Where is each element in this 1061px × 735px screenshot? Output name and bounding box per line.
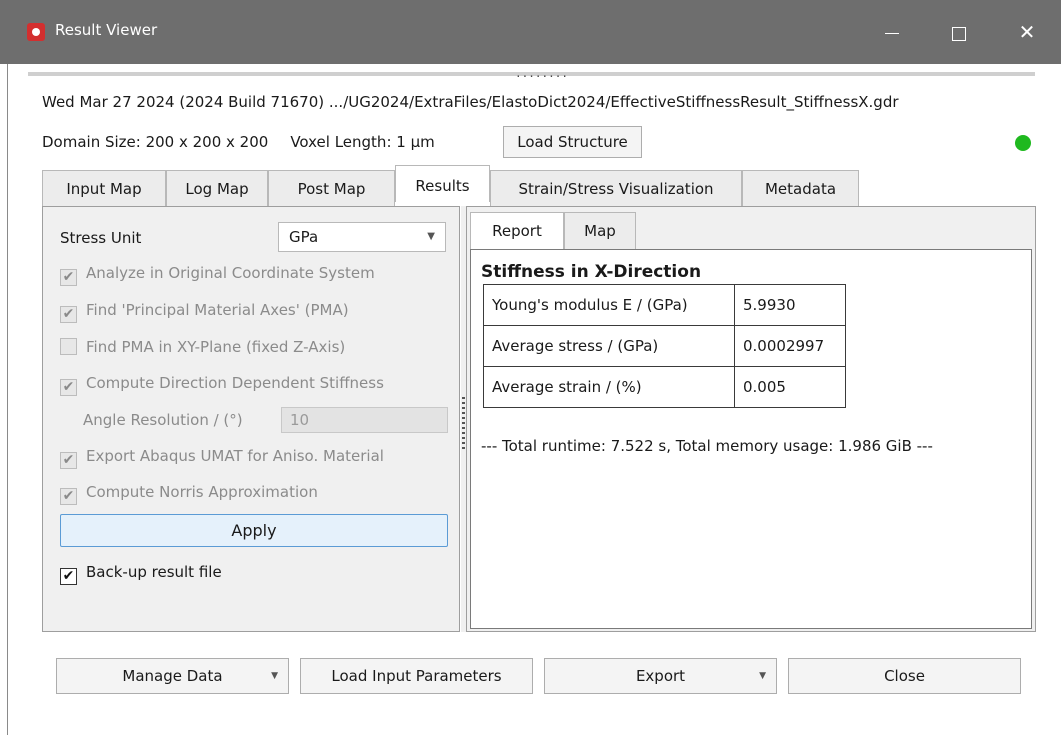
report-content: Stiffness in X-Direction Young's modulus… [470, 249, 1032, 629]
chevron-down-icon: ▼ [759, 671, 766, 681]
option-analyze-original-coordinates: ✔ Analyze in Original Coordinate System [60, 264, 375, 286]
table-row: Average stress / (GPa) 0.0002997 [483, 325, 846, 367]
checkbox-checked-icon: ✔ [60, 306, 77, 323]
close-window-button[interactable]: ✕ [1007, 12, 1047, 52]
stress-unit-value: GPa [289, 228, 319, 246]
window-border [7, 64, 8, 735]
option-find-pma-xy-plane: Find PMA in XY-Plane (fixed Z-Axis) [60, 338, 345, 360]
export-label: Export [635, 667, 686, 685]
table-cell-key: Average stress / (GPa) [483, 325, 735, 367]
tab-report[interactable]: Report [470, 212, 564, 249]
tab-post-map[interactable]: Post Map [268, 170, 395, 206]
checkbox-checked-icon[interactable]: ✔ [60, 568, 77, 585]
table-row: Young's modulus E / (GPa) 5.9930 [483, 284, 846, 326]
result-file-info: Wed Mar 27 2024 (2024 Build 71670) .../U… [42, 93, 899, 111]
runtime-summary: --- Total runtime: 7.522 s, Total memory… [481, 437, 933, 455]
minimize-icon [885, 33, 899, 34]
table-cell-value: 5.9930 [734, 284, 846, 326]
stress-unit-select[interactable]: GPa ▼ [278, 222, 446, 252]
option-find-pma: ✔ Find 'Principal Material Axes' (PMA) [60, 301, 349, 323]
table-row: Average strain / (%) 0.005 [483, 366, 846, 408]
tab-input-map[interactable]: Input Map [42, 170, 166, 206]
load-input-parameters-button[interactable]: Load Input Parameters [300, 658, 533, 694]
splitter-grip-icon[interactable] [462, 397, 465, 452]
chevron-down-icon: ▼ [271, 671, 278, 681]
report-panel: Report Map Stiffness in X-Direction Youn… [466, 206, 1036, 632]
title-bar: Result Viewer ✕ [0, 0, 1061, 64]
checkbox-checked-icon: ✔ [60, 452, 77, 469]
report-title: Stiffness in X-Direction [481, 262, 702, 282]
table-cell-key: Young's modulus E / (GPa) [483, 284, 735, 326]
close-button[interactable]: Close [788, 658, 1021, 694]
angle-resolution-label: Angle Resolution / (°) [83, 411, 243, 429]
maximize-button[interactable] [939, 12, 979, 52]
option-direction-dependent-stiffness: ✔ Compute Direction Dependent Stiffness [60, 374, 384, 396]
checkbox-checked-icon: ✔ [60, 269, 77, 286]
tab-map[interactable]: Map [564, 212, 636, 249]
tab-results[interactable]: Results [395, 165, 490, 202]
voxel-length: Voxel Length: 1 µm [290, 133, 435, 151]
results-options-panel: Stress Unit GPa ▼ ✔ Analyze in Original C… [42, 206, 460, 632]
checkbox-checked-icon: ✔ [60, 379, 77, 396]
manage-data-label: Manage Data [122, 667, 223, 685]
chevron-down-icon: ▼ [427, 231, 435, 242]
load-structure-button[interactable]: Load Structure [503, 126, 642, 158]
tab-metadata[interactable]: Metadata [742, 170, 859, 206]
splitter-grip[interactable]: ........ [515, 67, 568, 80]
export-button[interactable]: Export ▼ [544, 658, 777, 694]
tab-strain-stress-visualization[interactable]: Strain/Stress Visualization [490, 170, 742, 206]
minimize-button[interactable] [872, 12, 912, 52]
option-export-abaqus-umat: ✔ Export Abaqus UMAT for Aniso. Material [60, 447, 384, 469]
manage-data-button[interactable]: Manage Data ▼ [56, 658, 289, 694]
stiffness-table: Young's modulus E / (GPa) 5.9930 Average… [483, 284, 846, 408]
tab-log-map[interactable]: Log Map [166, 170, 268, 206]
checkbox-unchecked-icon [60, 338, 77, 355]
table-cell-value: 0.005 [734, 366, 846, 408]
app-icon [27, 23, 45, 41]
domain-size: Domain Size: 200 x 200 x 200 [42, 133, 269, 151]
apply-button[interactable]: Apply [60, 514, 448, 547]
backup-label: Back-up result file [86, 563, 222, 581]
checkbox-checked-icon: ✔ [60, 488, 77, 505]
stress-unit-label: Stress Unit [60, 229, 142, 247]
table-cell-value: 0.0002997 [734, 325, 846, 367]
table-cell-key: Average strain / (%) [483, 366, 735, 408]
status-indicator [1015, 135, 1031, 151]
window-title: Result Viewer [55, 21, 158, 39]
angle-resolution-input: 10 [281, 407, 448, 433]
maximize-icon [952, 26, 966, 41]
option-norris-approximation: ✔ Compute Norris Approximation [60, 483, 318, 505]
domain-info: Domain Size: 200 x 200 x 200 Voxel Length… [42, 133, 435, 151]
backup-result-file-checkbox[interactable]: ✔ Back-up result file [60, 563, 222, 585]
